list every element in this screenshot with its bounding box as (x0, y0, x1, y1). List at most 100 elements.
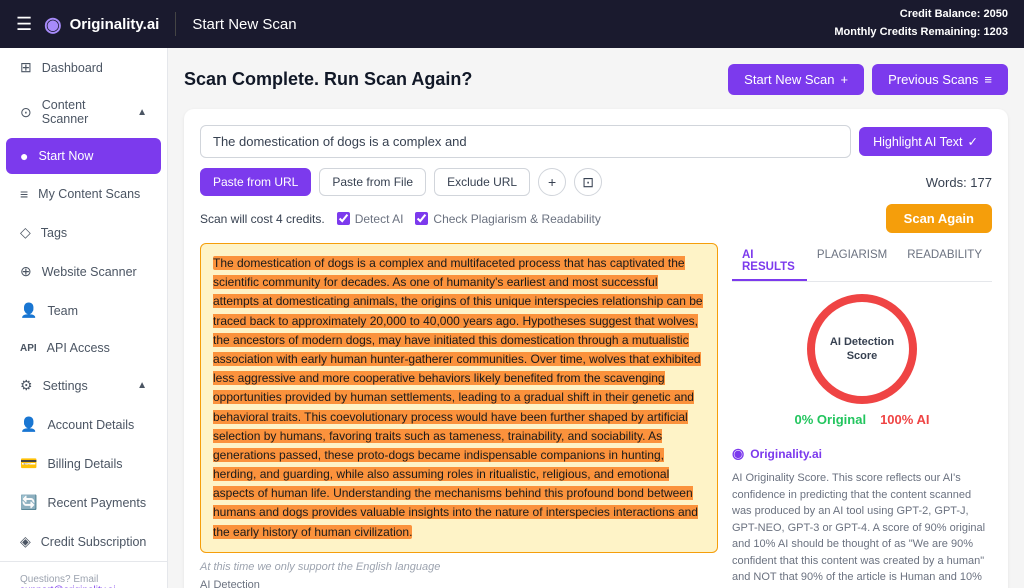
topbar: ☰ ◉ Originality.ai Start New Scan Credit… (0, 0, 1024, 48)
support-text: Questions? Email support@originality.ai (6, 570, 161, 588)
scan-cost: Scan will cost 4 credits. (200, 212, 325, 226)
scan-card: Highlight AI Text ✓ Paste from URL Paste… (184, 109, 1008, 588)
score-circle: AI Detection Score (807, 294, 917, 404)
sidebar-bottom: Questions? Email support@originality.ai … (0, 561, 167, 588)
originality-brand: ◉ Originality.ai (732, 445, 992, 462)
logo-icon: ◉ (44, 12, 61, 37)
sidebar-label-credit-subscription: Credit Subscription (41, 535, 147, 549)
monthly-credits-value: 1203 (984, 26, 1008, 38)
sidebar-item-website-scanner[interactable]: ⊕ Website Scanner (6, 253, 161, 290)
sidebar-label-tags: Tags (41, 226, 67, 240)
language-note: At this time we only support the English… (200, 561, 718, 573)
tags-icon: ◇ (20, 224, 31, 241)
text-panel: The domestication of dogs is a complex a… (200, 243, 718, 588)
chevron-up-icon-settings: ▲ (137, 380, 147, 391)
scan-text-input[interactable] (200, 125, 851, 158)
scan-input-row: Highlight AI Text ✓ (200, 125, 992, 158)
score-description: AI Originality Score. This score reflect… (732, 470, 992, 588)
sidebar-label-start-now: Start Now (38, 149, 93, 163)
main-content: Scan Complete. Run Scan Again? Start New… (168, 48, 1024, 588)
credit-sub-icon: ◈ (20, 533, 31, 550)
logo: ◉ Originality.ai (44, 12, 159, 37)
start-scan-icon: ● (20, 148, 28, 164)
chevron-up-icon: ▲ (137, 107, 147, 118)
sidebar-label-settings: Settings (43, 379, 88, 393)
sidebar-label-billing-details: Billing Details (47, 457, 122, 471)
plagiarism-checkbox[interactable]: Check Plagiarism & Readability (415, 212, 600, 226)
content-scanner-icon: ⊙ (20, 104, 32, 121)
copy-button[interactable]: ⊡ (574, 168, 602, 196)
sidebar-item-start-new-scan[interactable]: ● Start Now (6, 138, 161, 174)
sidebar-item-my-team[interactable]: 👤 Team (6, 292, 161, 329)
settings-icon: ⚙ (20, 377, 33, 394)
add-button[interactable]: + (538, 168, 566, 196)
page-title: Scan Complete. Run Scan Again? (184, 69, 472, 90)
team-icon: 👤 (20, 302, 37, 319)
highlighted-sentence: The domestication of dogs is a complex a… (213, 256, 703, 539)
scan-options: Scan will cost 4 credits. Detect AI Chec… (200, 204, 992, 233)
sidebar-label-recent-payments: Recent Payments (47, 496, 146, 510)
tab-ai-results[interactable]: AI RESULTS (732, 243, 807, 281)
results-panel: AI RESULTS PLAGIARISM READABILITY AI Det… (732, 243, 992, 588)
sidebar-label-team: Team (47, 304, 78, 318)
sidebar-label-my-content-scans: My Content Scans (38, 187, 140, 201)
brand-name: Originality.ai (750, 447, 822, 461)
header-actions: Start New Scan + Previous Scans ≡ (728, 64, 1008, 95)
topbar-credits: Credit Balance: 2050 Monthly Credits Rem… (834, 6, 1008, 41)
credit-balance-value: 2050 (984, 8, 1008, 20)
scan-again-button[interactable]: Scan Again (886, 204, 992, 233)
score-circle-container: AI Detection Score 0% Original 100% AI (732, 294, 992, 435)
highlighted-text[interactable]: The domestication of dogs is a complex a… (200, 243, 718, 553)
start-new-scan-button[interactable]: Start New Scan + (728, 64, 864, 95)
sidebar-label-dashboard: Dashboard (42, 61, 103, 75)
sidebar-item-billing-details[interactable]: 💳 Billing Details (6, 445, 161, 482)
words-count: Words: 177 (926, 175, 992, 190)
detect-ai-checkbox[interactable]: Detect AI (337, 212, 404, 226)
sidebar-item-dashboard[interactable]: ⊞ Dashboard (6, 49, 161, 86)
scan-content: The domestication of dogs is a complex a… (200, 243, 992, 588)
sidebar-item-tags[interactable]: ◇ Tags (6, 214, 161, 251)
sidebar-item-my-content-scans[interactable]: ≡ My Content Scans (6, 176, 161, 212)
billing-icon: 💳 (20, 455, 37, 472)
logo-text: Originality.ai (70, 16, 160, 33)
monthly-credits-label: Monthly Credits Remaining: (834, 26, 980, 38)
paste-from-url-button[interactable]: Paste from URL (200, 168, 311, 196)
sidebar-item-settings[interactable]: ⚙ Settings ▲ (6, 367, 161, 404)
score-ai: 100% AI (880, 412, 929, 427)
page-header: Scan Complete. Run Scan Again? Start New… (184, 64, 1008, 95)
api-icon: API (20, 343, 37, 354)
dashboard-icon: ⊞ (20, 59, 32, 76)
hamburger-menu[interactable]: ☰ (16, 14, 32, 35)
score-circle-text: AI Detection Score (830, 335, 894, 364)
sidebar-item-content-scanner[interactable]: ⊙ Content Scanner ▲ (6, 88, 161, 136)
sidebar-item-account-details[interactable]: 👤 Account Details (6, 406, 161, 443)
score-row: 0% Original 100% AI (795, 412, 930, 427)
sidebar-item-api-access[interactable]: API API Access (6, 331, 161, 365)
score-original: 0% Original (795, 412, 867, 427)
sidebar-item-credit-subscription[interactable]: ◈ Credit Subscription (6, 523, 161, 560)
account-icon: 👤 (20, 416, 37, 433)
sidebar-item-recent-payments[interactable]: 🔄 Recent Payments (6, 484, 161, 521)
payments-icon: 🔄 (20, 494, 37, 511)
results-tabs: AI RESULTS PLAGIARISM READABILITY (732, 243, 992, 282)
paste-from-file-button[interactable]: Paste from File (319, 168, 426, 196)
main-layout: ⊞ Dashboard ⊙ Content Scanner ▲ ● Start … (0, 48, 1024, 588)
sidebar-label-api-access: API Access (47, 341, 110, 355)
action-row: Paste from URL Paste from File Exclude U… (200, 168, 992, 196)
sidebar: ⊞ Dashboard ⊙ Content Scanner ▲ ● Start … (0, 48, 168, 588)
website-scanner-icon: ⊕ (20, 263, 32, 280)
topbar-divider (175, 12, 176, 36)
tab-plagiarism[interactable]: PLAGIARISM (807, 243, 897, 281)
topbar-page-title: Start New Scan (192, 16, 296, 33)
brand-icon: ◉ (732, 445, 744, 462)
exclude-url-button[interactable]: Exclude URL (434, 168, 530, 196)
tab-readability[interactable]: READABILITY (897, 243, 992, 281)
sidebar-label-account-details: Account Details (47, 418, 134, 432)
credit-balance-label: Credit Balance: (900, 8, 981, 20)
highlight-ai-text-button[interactable]: Highlight AI Text ✓ (859, 127, 992, 156)
content-scans-icon: ≡ (20, 186, 28, 202)
sidebar-label-website-scanner: Website Scanner (42, 265, 137, 279)
sidebar-label-content-scanner: Content Scanner (42, 98, 127, 126)
previous-scans-button[interactable]: Previous Scans ≡ (872, 64, 1008, 95)
ai-detection-label: AI Detection (200, 579, 718, 588)
